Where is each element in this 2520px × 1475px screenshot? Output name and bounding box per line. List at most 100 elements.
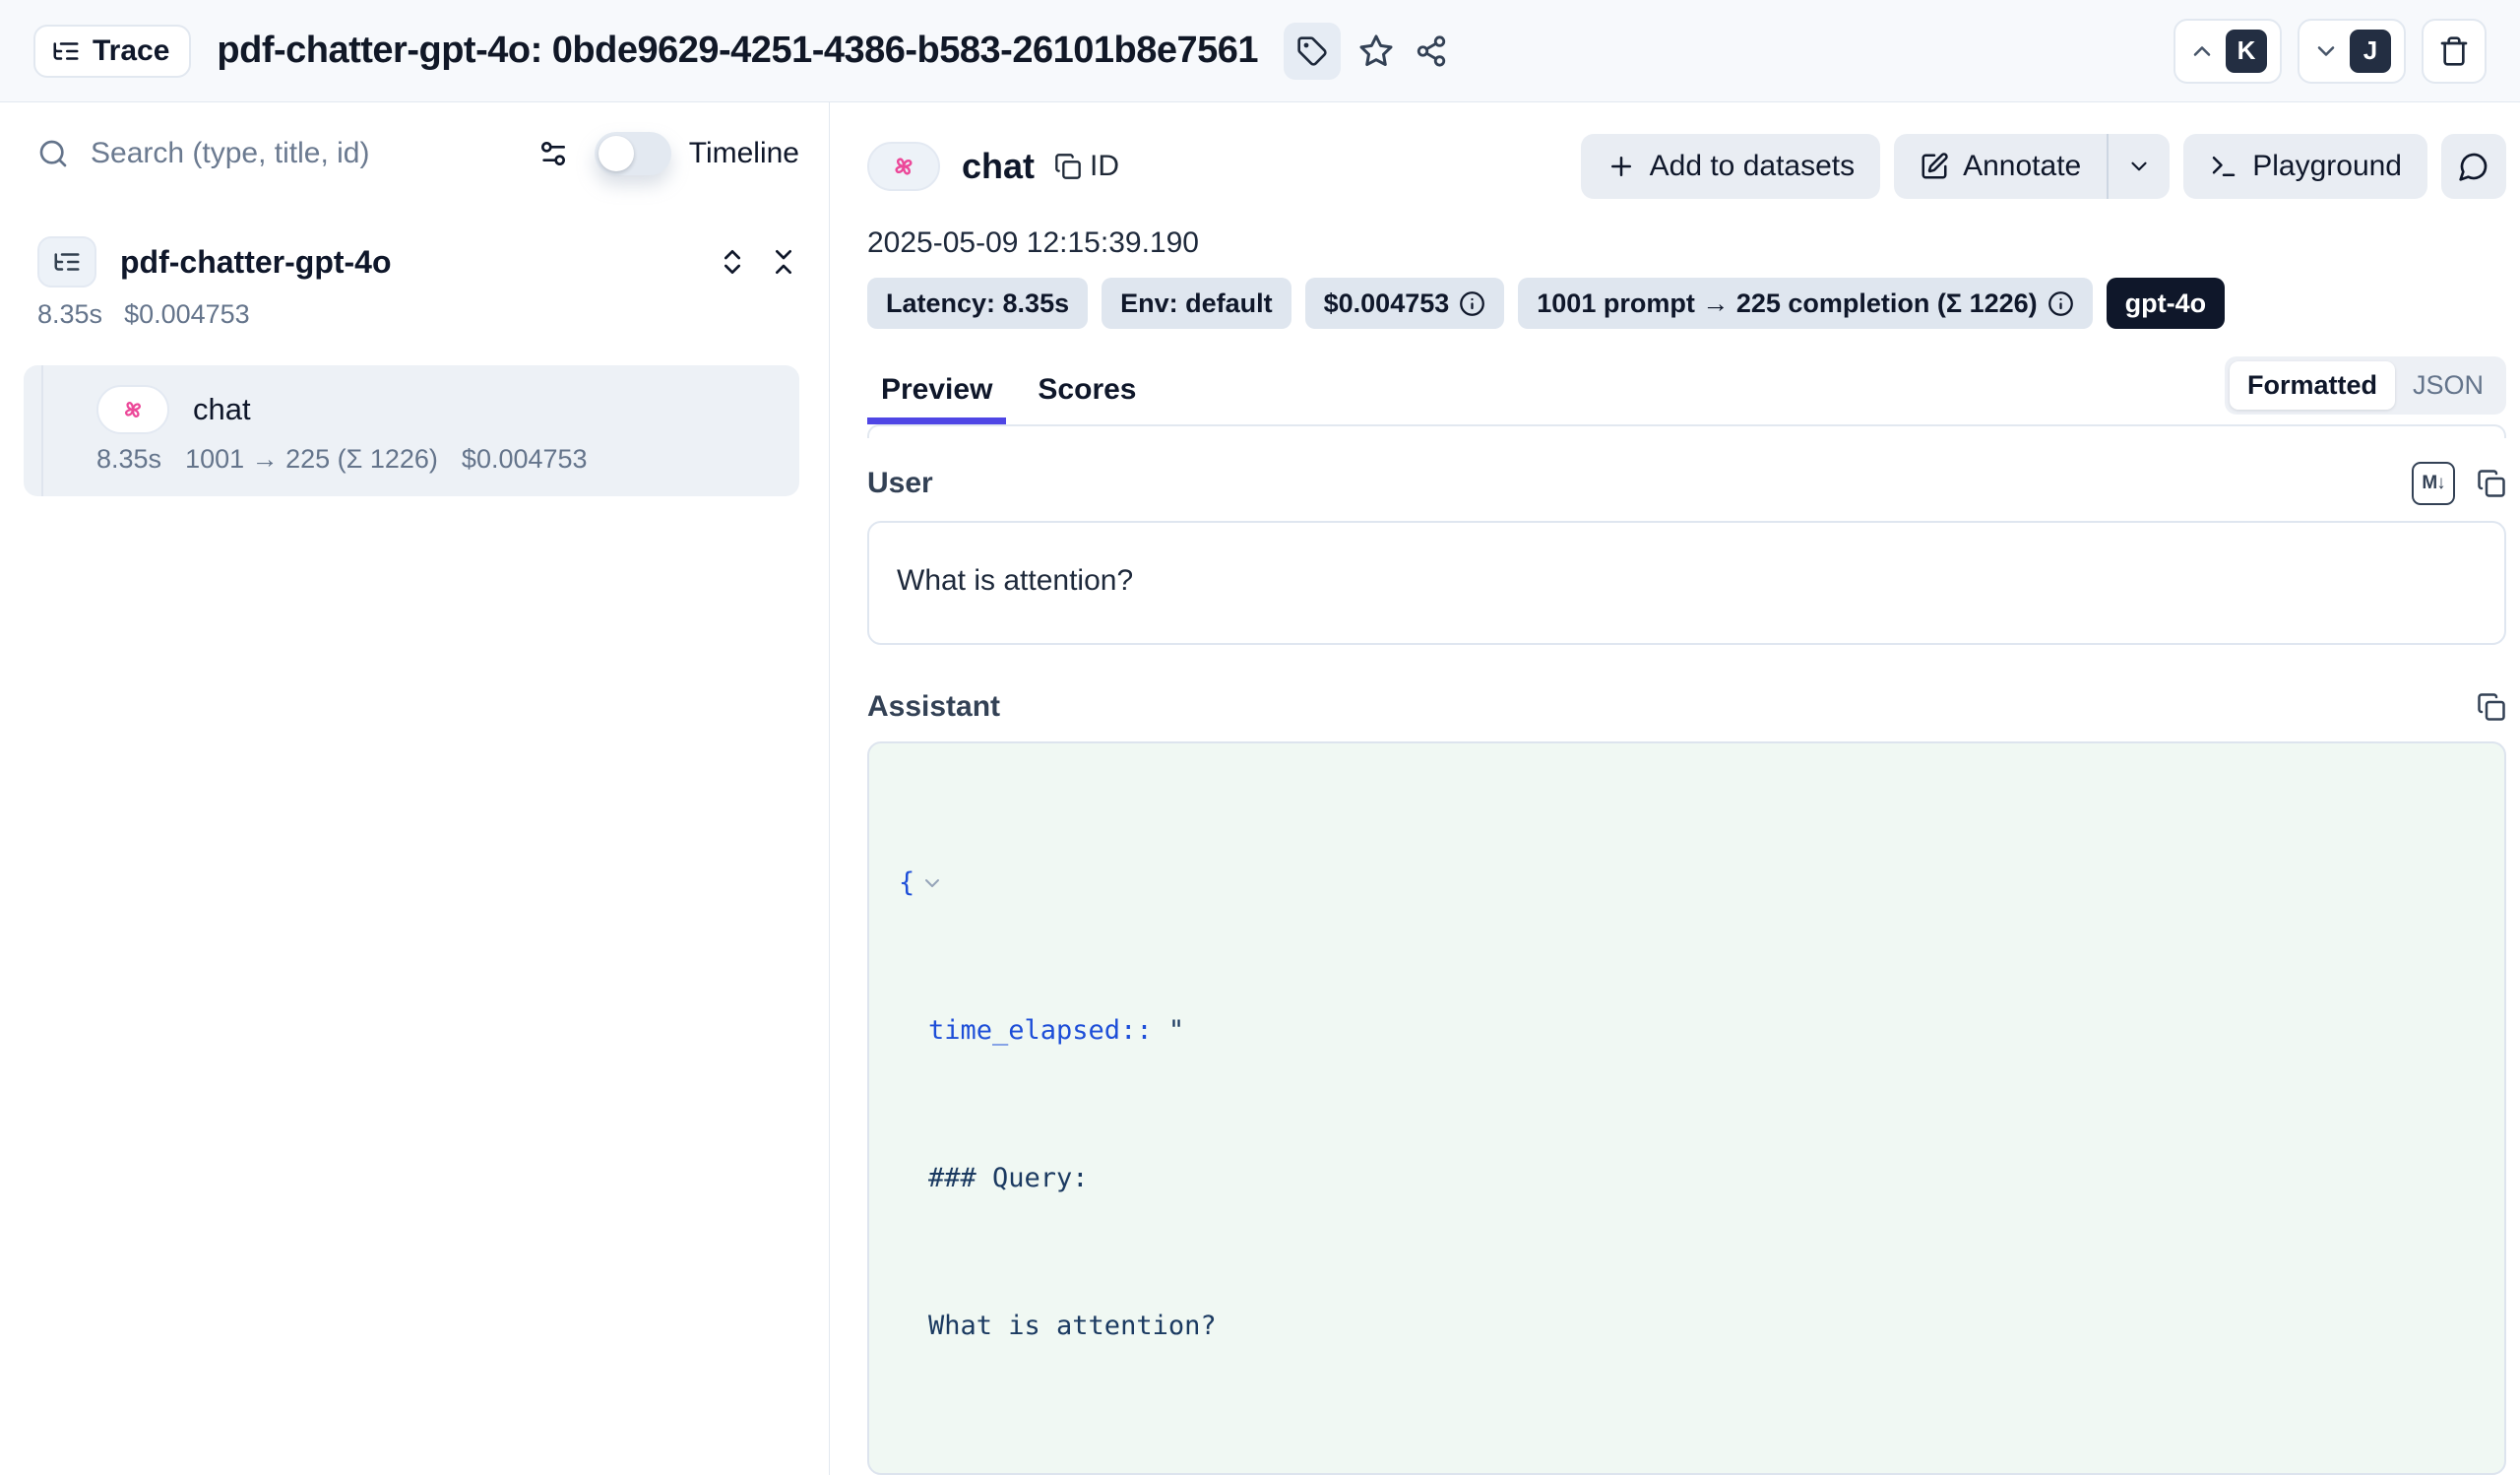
tree-indent-guide (41, 365, 43, 496)
expand-all-icon[interactable] (717, 246, 748, 278)
user-section-label: User (867, 467, 933, 500)
star-icon (1358, 33, 1394, 69)
assistant-section-label: Assistant (867, 690, 1000, 724)
trace-node-label: pdf-chatter-gpt-4o (120, 244, 392, 281)
id-label: ID (1090, 150, 1119, 183)
code-text (899, 1455, 914, 1475)
info-icon[interactable] (2048, 290, 2074, 317)
annotate-label: Annotate (1963, 150, 2081, 183)
observation-badges: Latency: 8.35s Env: default $0.004753 10… (867, 278, 2506, 329)
add-to-datasets-button[interactable]: Add to datasets (1581, 134, 1880, 199)
tag-icon (1296, 35, 1328, 67)
assistant-code: { time_elapsed:: " ### Query: What is at… (899, 791, 2475, 1475)
observation-title: chat (962, 146, 1035, 187)
copy-id-button[interactable]: ID (1054, 150, 1119, 183)
chat-tokens: 1001 → 225 (Σ 1226) (185, 444, 438, 475)
model-badge[interactable]: gpt-4o (2107, 278, 2225, 329)
code-text: " (1153, 1012, 1185, 1050)
keyboard-shortcut-k: K (2226, 30, 2267, 73)
code-line: What is attention? (899, 1308, 2475, 1345)
chevron-down-icon (2126, 154, 2152, 179)
preview-panel-top-border (867, 424, 2506, 438)
tree-node-trace[interactable]: pdf-chatter-gpt-4o (37, 236, 799, 288)
generation-pinwheel-icon (888, 151, 919, 182)
search-input[interactable] (91, 137, 528, 170)
collapse-chevron-icon[interactable] (920, 871, 944, 895)
prev-trace-button[interactable]: K (2174, 19, 2282, 84)
metric-badge: Env: default (1102, 278, 1292, 329)
tab-scores[interactable]: Scores (1024, 373, 1150, 424)
annotate-button[interactable]: Annotate (1894, 134, 2107, 199)
playground-button[interactable]: Playground (2183, 134, 2427, 199)
badge-label: $0.004753 (1324, 289, 1450, 319)
trace-node-icon-chip (37, 236, 96, 288)
copy-icon (1054, 153, 1082, 180)
user-message-content: What is attention? (867, 521, 2506, 645)
list-tree-icon (51, 36, 81, 66)
trace-type-badge: Trace (33, 25, 191, 78)
annotate-dropdown-button[interactable] (2109, 134, 2170, 199)
search-icon (37, 138, 69, 169)
share-button[interactable] (1404, 24, 1459, 79)
keyboard-shortcut-j: J (2350, 30, 2391, 73)
square-pen-icon (1920, 152, 1949, 181)
assistant-message-box: { time_elapsed:: " ### Query: What is at… (867, 741, 2506, 1475)
timeline-toggle-label: Timeline (689, 137, 799, 170)
comment-bubble-icon (2458, 151, 2489, 182)
metric-badge: Latency: 8.35s (867, 278, 1088, 329)
format-toggle: Formatted JSON (2225, 356, 2506, 415)
chat-cost: $0.004753 (462, 444, 588, 475)
code-line: time_elapsed:: " (899, 1012, 2475, 1050)
chat-duration: 8.35s (96, 444, 161, 475)
chevron-down-icon (2312, 37, 2340, 65)
list-tree-icon (52, 247, 82, 277)
badge-label: Env: default (1120, 289, 1273, 319)
timeline-toggle[interactable] (595, 132, 671, 175)
code-text: ### Query: (928, 1160, 1089, 1197)
metric-badge: $0.004753 (1305, 278, 1505, 329)
next-trace-button[interactable]: J (2298, 19, 2406, 84)
badge-label: 1001 prompt → 225 completion (Σ 1226) (1537, 289, 2037, 319)
code-key: time_elapsed:: (928, 1012, 1153, 1050)
code-line: ### Query: (899, 1160, 2475, 1197)
plus-icon (1606, 152, 1636, 181)
code-line: { (899, 865, 2475, 902)
bookmark-star-button[interactable] (1349, 24, 1404, 79)
trace-duration: 8.35s (37, 299, 102, 330)
add-to-datasets-label: Add to datasets (1650, 150, 1855, 183)
trash-icon (2438, 35, 2470, 67)
markdown-toggle-button[interactable]: M↓ (2412, 462, 2455, 505)
observation-timestamp: 2025-05-09 12:15:39.190 (867, 226, 2506, 260)
generation-icon-chip (867, 142, 940, 191)
tree-node-chat-selected[interactable]: chat 8.35s 1001 → 225 (Σ 1226) $0.004753 (24, 365, 799, 496)
page-title: pdf-chatter-gpt-4o: 0bde9629-4251-4386-b… (217, 30, 1258, 72)
copy-user-content-button[interactable] (2477, 469, 2506, 498)
top-bar: Trace pdf-chatter-gpt-4o: 0bde9629-4251-… (0, 0, 2520, 102)
toggle-knob (598, 136, 634, 171)
collapse-all-icon[interactable] (768, 246, 799, 278)
generation-icon-chip (96, 385, 169, 434)
generation-pinwheel-icon (118, 395, 148, 424)
tab-preview[interactable]: Preview (867, 373, 1006, 424)
tags-button[interactable] (1284, 23, 1341, 80)
code-key: { (899, 865, 914, 902)
chat-node-label: chat (193, 392, 251, 427)
observation-detail-panel: chat ID Add to datasets (830, 102, 2520, 1475)
copy-assistant-content-button[interactable] (2477, 692, 2506, 722)
code-text: What is attention? (928, 1308, 1217, 1345)
trace-tree-sidebar: Timeline pdf-chatter-gpt-4o 8.35s $0.004… (0, 102, 830, 1475)
chevron-up-icon (2188, 37, 2216, 65)
terminal-icon (2209, 152, 2238, 181)
delete-trace-button[interactable] (2422, 19, 2487, 84)
trace-badge-label: Trace (93, 34, 169, 68)
comments-button[interactable] (2441, 134, 2506, 199)
playground-label: Playground (2252, 150, 2402, 183)
share-icon (1415, 34, 1448, 68)
metric-badge: 1001 prompt → 225 completion (Σ 1226) (1518, 278, 2092, 329)
filter-settings-icon[interactable] (537, 138, 569, 169)
format-toggle-json[interactable]: JSON (2395, 361, 2501, 410)
badge-label: Latency: 8.35s (886, 289, 1069, 319)
format-toggle-formatted[interactable]: Formatted (2230, 361, 2395, 410)
info-icon[interactable] (1459, 290, 1485, 317)
trace-cost: $0.004753 (124, 299, 250, 330)
